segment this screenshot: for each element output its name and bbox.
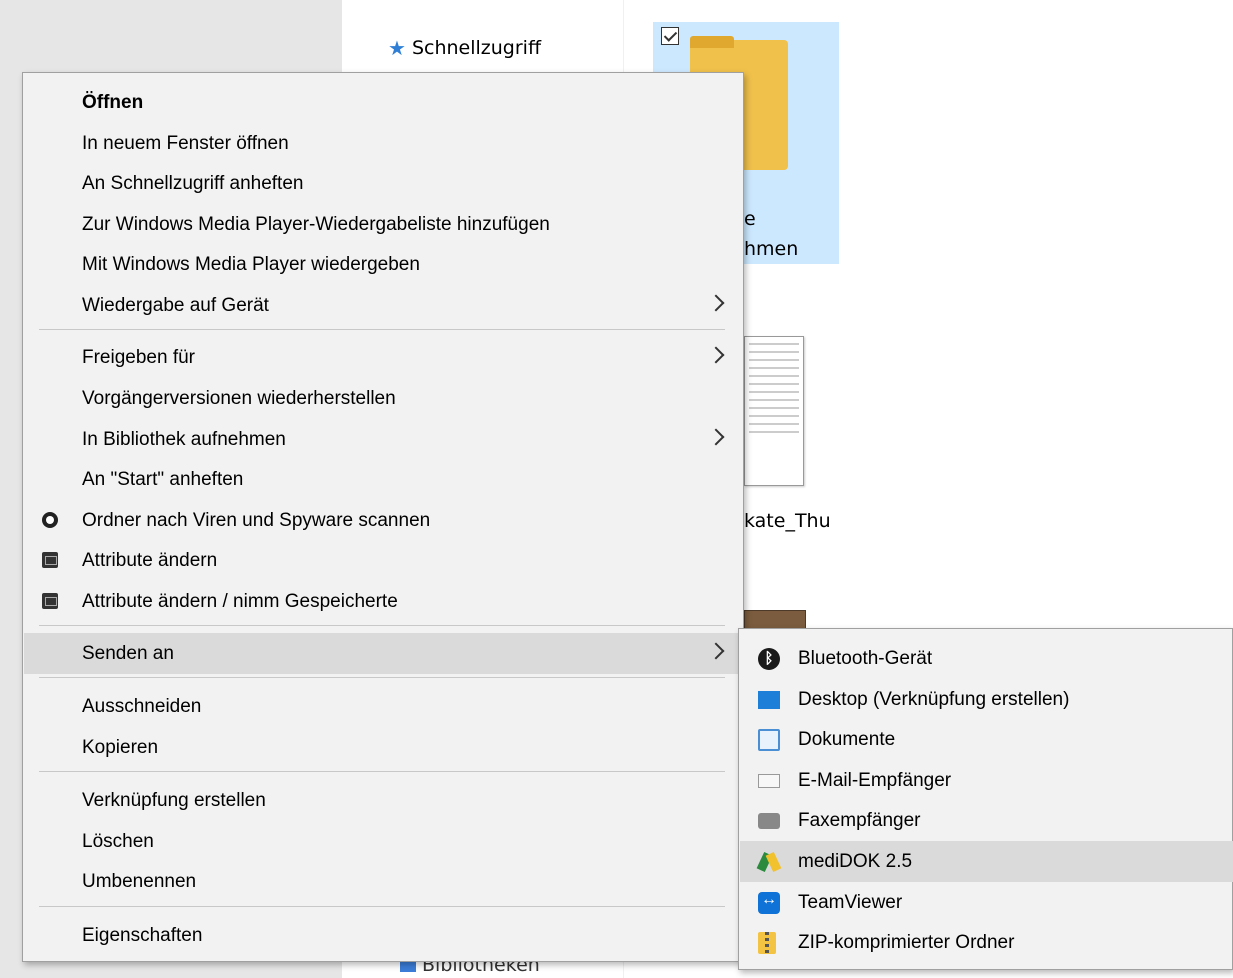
- folder-label: e hmen: [744, 208, 799, 260]
- star-icon: ★: [388, 36, 406, 60]
- menu-separator: [39, 906, 725, 907]
- menu-item-pin-start[interactable]: An "Start" anheften: [24, 459, 742, 500]
- menu-item-play-wmp[interactable]: Mit Windows Media Player wiedergeben: [24, 244, 742, 285]
- chevron-right-icon: [707, 346, 725, 364]
- menu-separator: [39, 677, 725, 678]
- document-thumbnail-icon[interactable]: [744, 336, 804, 486]
- menu-separator: [39, 625, 725, 626]
- send-to-fax[interactable]: Faxempfänger: [740, 800, 1233, 841]
- menu-item-add-wmp-playlist[interactable]: Zur Windows Media Player-Wiedergabeliste…: [24, 204, 742, 245]
- chevron-right-icon: [707, 294, 725, 312]
- send-to-zip[interactable]: ZIP-komprimierter Ordner: [740, 922, 1233, 963]
- send-to-documents[interactable]: Dokumente: [740, 719, 1233, 760]
- documents-icon: [758, 729, 780, 751]
- menu-item-copy[interactable]: Kopieren: [24, 727, 742, 768]
- menu-item-properties[interactable]: Eigenschaften: [24, 915, 742, 956]
- menu-item-cut[interactable]: Ausschneiden: [24, 686, 742, 727]
- send-to-submenu: ᛒ Bluetooth-Gerät Desktop (Verknüpfung e…: [738, 628, 1233, 970]
- defender-icon: [42, 512, 58, 528]
- menu-item-rename[interactable]: Umbenennen: [24, 861, 742, 902]
- menu-item-include-library[interactable]: In Bibliothek aufnehmen: [24, 419, 742, 460]
- menu-item-pin-quick-access[interactable]: An Schnellzugriff anheften: [24, 163, 742, 204]
- chevron-right-icon: [707, 642, 725, 660]
- menu-item-change-attributes[interactable]: Attribute ändern: [24, 540, 742, 581]
- bluetooth-icon: ᛒ: [758, 648, 780, 670]
- send-to-medidok[interactable]: mediDOK 2.5: [740, 841, 1233, 882]
- teamviewer-icon: [758, 891, 780, 914]
- image-thumbnail-icon[interactable]: [744, 610, 806, 630]
- medidok-icon: [758, 851, 780, 873]
- menu-item-cast-to-device[interactable]: Wiedergabe auf Gerät: [24, 285, 742, 326]
- context-menu: Öffnen In neuem Fenster öffnen An Schnel…: [22, 72, 744, 962]
- send-to-mail[interactable]: E-Mail-Empfänger: [740, 760, 1233, 801]
- nav-item-quick-access[interactable]: ★ Schnellzugriff: [388, 36, 541, 60]
- menu-item-send-to[interactable]: Senden an: [24, 633, 742, 674]
- send-to-desktop[interactable]: Desktop (Verknüpfung erstellen): [740, 679, 1233, 720]
- nav-item-label: Schnellzugriff: [411, 37, 542, 59]
- chevron-right-icon: [707, 428, 725, 446]
- fax-icon: [758, 813, 780, 829]
- menu-item-delete[interactable]: Löschen: [24, 821, 742, 862]
- menu-separator: [39, 771, 725, 772]
- mail-icon: [758, 774, 780, 788]
- menu-separator: [39, 329, 725, 330]
- desktop-icon: [758, 691, 780, 709]
- menu-item-open-new-window[interactable]: In neuem Fenster öffnen: [24, 123, 742, 164]
- menu-item-open[interactable]: Öffnen: [24, 82, 742, 123]
- menu-item-virus-scan[interactable]: Ordner nach Viren und Spyware scannen: [24, 500, 742, 541]
- attribute-icon: [42, 552, 58, 568]
- send-to-teamviewer[interactable]: TeamViewer: [740, 882, 1233, 923]
- menu-item-change-attributes-saved[interactable]: Attribute ändern / nimm Gespeicherte: [24, 581, 742, 622]
- file-label: kate_Thu: [744, 510, 831, 532]
- menu-item-share-with[interactable]: Freigeben für: [24, 337, 742, 378]
- menu-item-create-shortcut[interactable]: Verknüpfung erstellen: [24, 780, 742, 821]
- zip-folder-icon: [758, 932, 776, 954]
- menu-item-restore-versions[interactable]: Vorgängerversionen wiederherstellen: [24, 378, 742, 419]
- attribute-icon: [42, 593, 58, 609]
- selection-checkbox[interactable]: [661, 27, 679, 45]
- send-to-bluetooth[interactable]: ᛒ Bluetooth-Gerät: [740, 638, 1233, 679]
